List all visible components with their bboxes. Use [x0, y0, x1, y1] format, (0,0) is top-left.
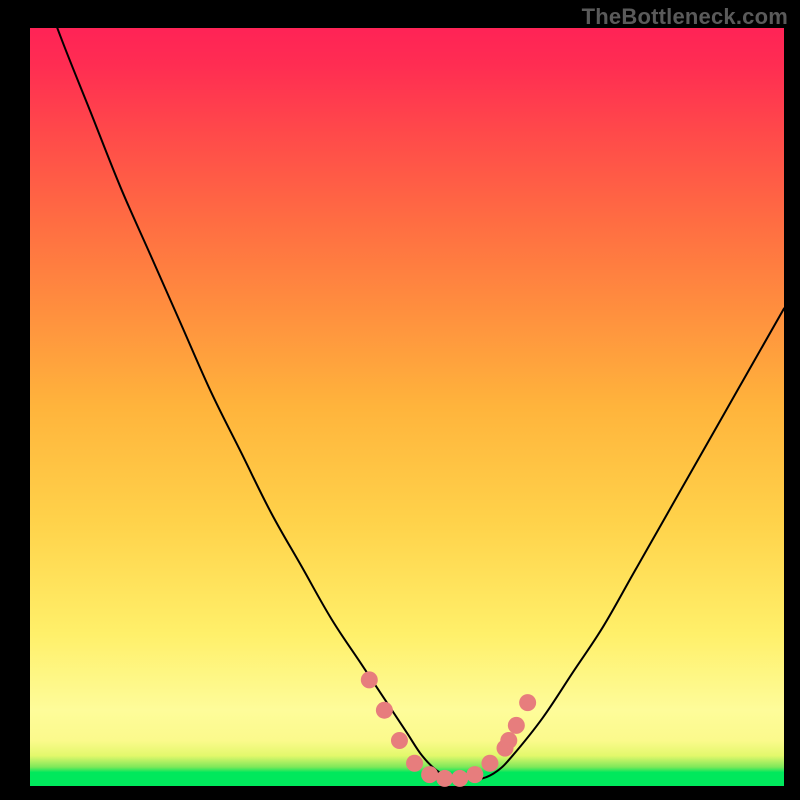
highlight-dot — [508, 717, 525, 734]
plot-area — [30, 28, 784, 786]
bottleneck-curve — [30, 28, 784, 786]
highlight-dot — [481, 755, 498, 772]
highlight-dot — [406, 755, 423, 772]
highlight-dot — [519, 694, 536, 711]
watermark-text: TheBottleneck.com — [582, 4, 788, 30]
chart-frame: TheBottleneck.com — [0, 0, 800, 800]
highlight-dot — [361, 671, 378, 688]
highlight-dot — [466, 766, 483, 783]
highlight-dot — [500, 732, 517, 749]
highlight-dot — [451, 770, 468, 787]
highlight-dot — [436, 770, 453, 787]
highlight-dot — [391, 732, 408, 749]
highlight-dot — [421, 766, 438, 783]
highlight-dot — [376, 702, 393, 719]
